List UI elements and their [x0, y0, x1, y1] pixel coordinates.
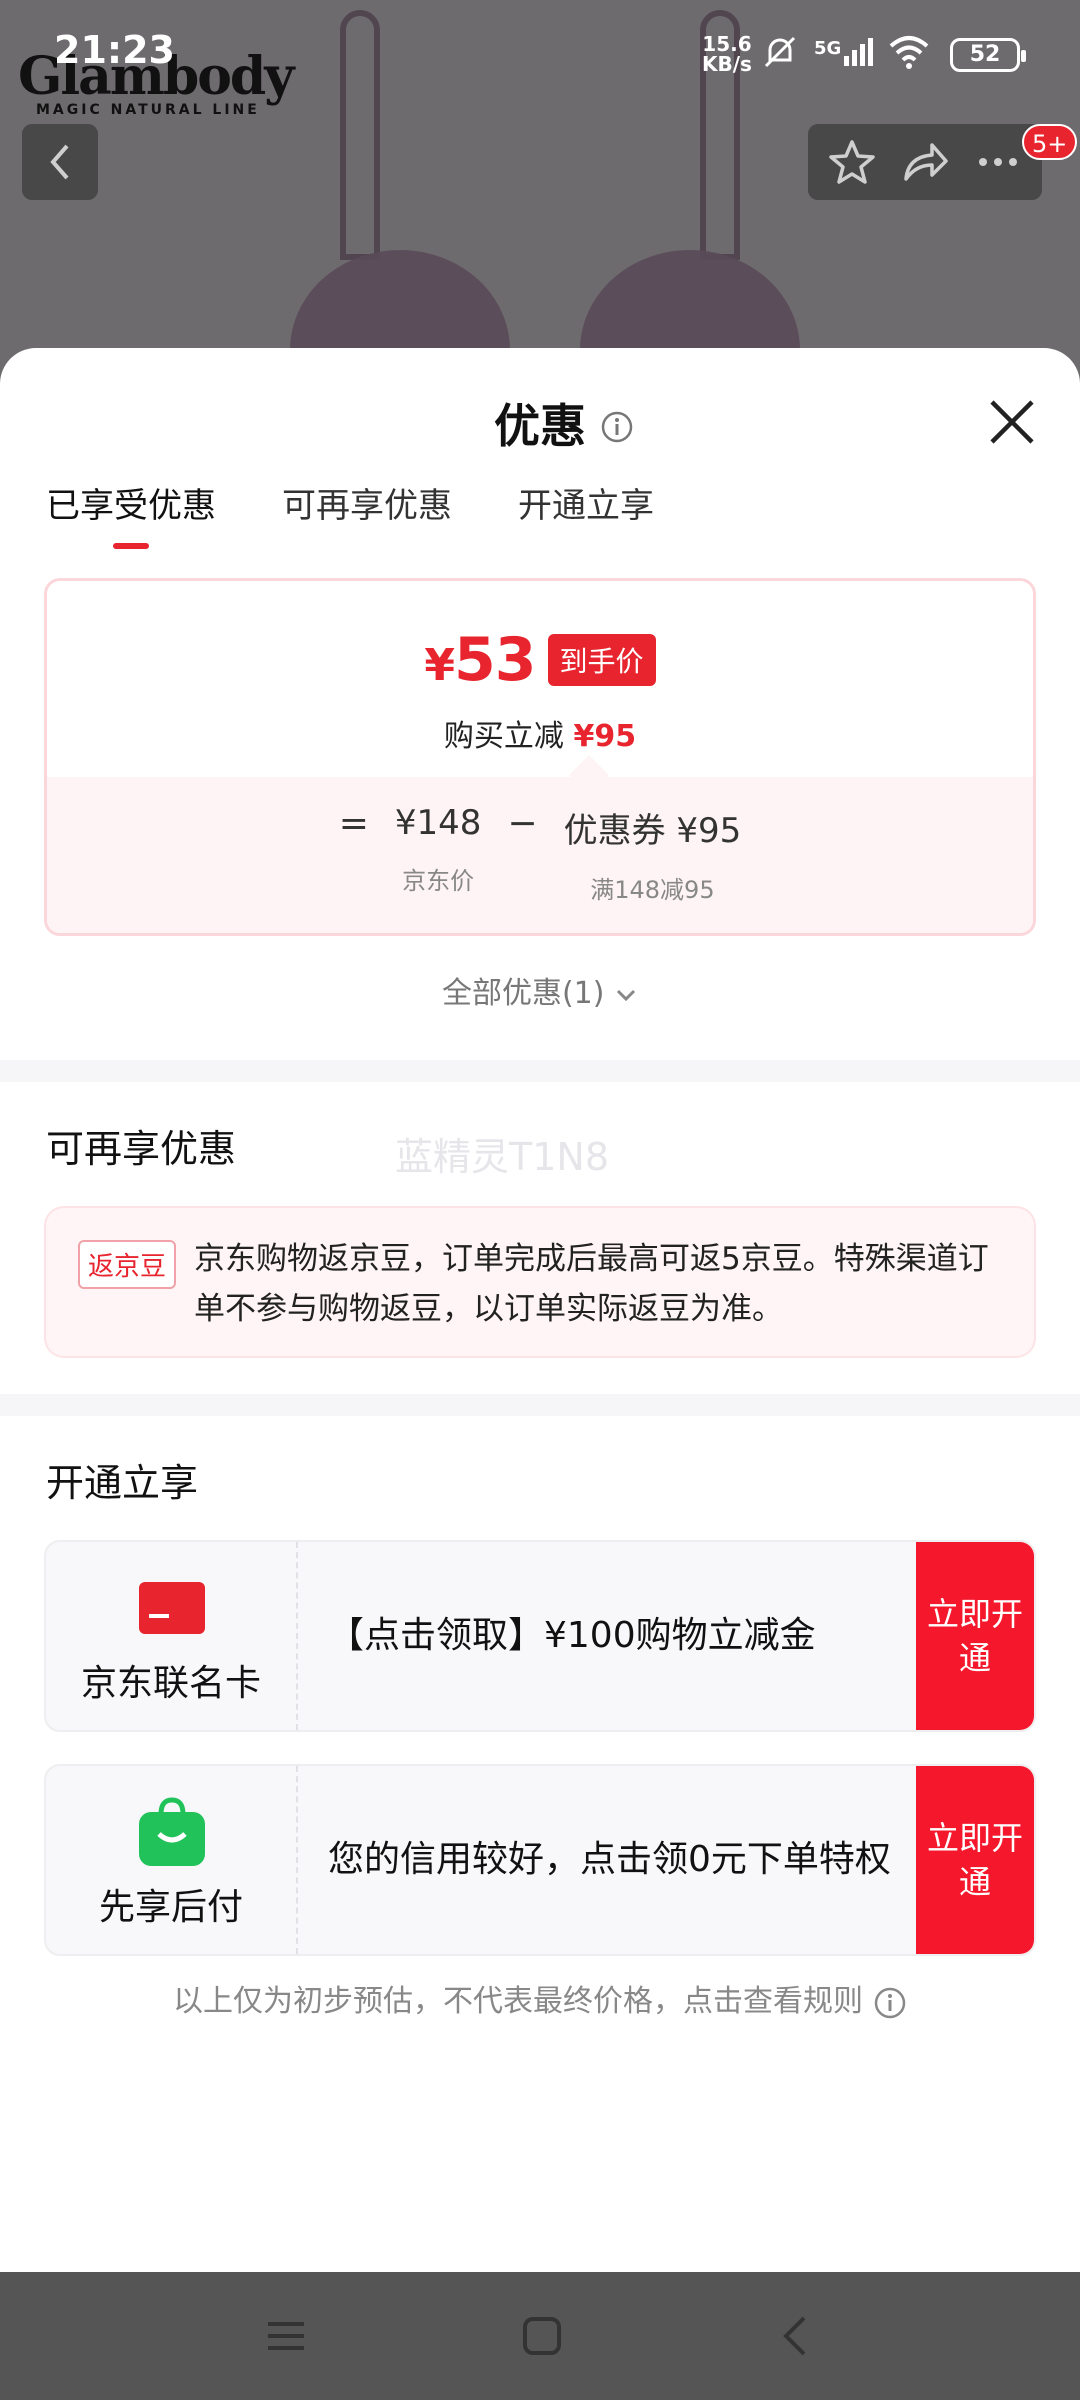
all-offers-toggle[interactable]: 全部优惠(1)	[0, 968, 1080, 1012]
tab-enjoyed[interactable]: 已享受优惠	[46, 478, 216, 549]
pay-later-offer[interactable]: 先享后付 您的信用较好，点击领0元下单特权 立即开通	[44, 1764, 1036, 1956]
signal-icon: 5G	[814, 38, 874, 66]
open-now-button[interactable]: 立即开通	[916, 1542, 1034, 1730]
net-speed: 15.6 KB/s	[702, 34, 752, 74]
credit-card-icon	[139, 1582, 205, 1634]
menu-icon[interactable]	[264, 2316, 308, 2356]
home-icon[interactable]	[520, 2314, 564, 2358]
final-price: ¥53	[424, 625, 536, 695]
section-title-open: 开通立享	[46, 1461, 199, 1505]
jd-bean-tag: 返京豆	[78, 1240, 177, 1289]
coupon-price: 优惠券 ¥95	[563, 811, 742, 851]
coupon-label: 满148减95	[590, 876, 715, 904]
star-icon[interactable]	[827, 137, 877, 187]
instant-discount-label: 购买立减	[443, 719, 564, 754]
base-price: ¥148	[394, 803, 482, 843]
system-nav-bar	[0, 2272, 1080, 2400]
section-title-more: 可再享优惠	[46, 1127, 237, 1171]
network-type: 5G	[814, 38, 842, 59]
final-price-tag: 到手价	[547, 634, 656, 686]
message-badge: 5+	[1022, 124, 1078, 160]
wifi-icon	[889, 36, 929, 69]
final-price-value: 53	[454, 625, 536, 695]
instant-discount: 购买立减 ¥95	[47, 711, 1033, 755]
info-icon[interactable]	[600, 410, 634, 444]
pay-later-name: 先享后付	[98, 1887, 243, 1928]
co-brand-card-name: 京东联名卡	[80, 1663, 261, 1704]
brand-tagline: MAGIC NATURAL LINE	[36, 102, 260, 118]
price-formula: = ¥148 京东价 − 优惠券 ¥95 满148减95	[47, 803, 1033, 905]
tab-open-enjoy[interactable]: 开通立享	[518, 478, 654, 549]
currency-symbol: ¥	[424, 640, 455, 691]
all-offers-label: 全部优惠(1)	[441, 976, 605, 1011]
price-breakdown-card: ¥53 到手价 购买立减 ¥95 = ¥148 京东价 − 优惠券 ¥95 满1…	[44, 578, 1036, 936]
top-action-group	[808, 124, 1042, 200]
status-time: 21:23	[54, 28, 175, 72]
coupon-col: 优惠券 ¥95 满148减95	[564, 803, 742, 905]
more-icon[interactable]	[973, 137, 1023, 187]
share-icon[interactable]	[900, 137, 950, 187]
sheet-title: 优惠	[494, 399, 586, 453]
jd-bean-text: 京东购物返京豆，订单完成后最高可返5京豆。特殊渠道订单不参与购物返豆，以订单实际…	[194, 1241, 989, 1327]
jd-bean-card: 返京豆 京东购物返京豆，订单完成后最高可返5京豆。特殊渠道订单不参与购物返豆，以…	[44, 1206, 1036, 1358]
co-brand-card-desc: 【点击领取】¥100购物立减金	[328, 1615, 816, 1656]
instant-discount-amount: ¥95	[573, 719, 637, 754]
shopping-bag-icon	[139, 1797, 205, 1866]
section-divider	[0, 1060, 1080, 1082]
watermark-text: 蓝精灵T1N8	[395, 1135, 609, 1179]
info-icon	[874, 1987, 906, 2018]
tab-more-available[interactable]: 可再享优惠	[282, 478, 452, 549]
net-speed-value: 15.6	[702, 32, 752, 56]
battery-indicator: 52	[950, 38, 1026, 72]
co-brand-card-left: 京东联名卡	[46, 1542, 298, 1730]
equals-sign: =	[338, 803, 369, 844]
status-icons: 5G	[760, 32, 931, 72]
back-button[interactable]	[22, 124, 98, 200]
close-button[interactable]	[984, 394, 1040, 450]
minus-sign: −	[507, 803, 538, 844]
status-bar: 21:23 15.6 KB/s 5G 52	[0, 0, 1080, 90]
final-price-row: ¥53 到手价	[47, 625, 1033, 695]
discount-sheet: 优惠 已享受优惠 可再享优惠 开通立享 ¥53 到手价 购买立减 ¥95 = ¥…	[0, 348, 1080, 2272]
sheet-header: 优惠	[0, 378, 1080, 458]
rules-footnote[interactable]: 以上仅为初步预估，不代表最终价格，点击查看规则	[0, 1976, 1080, 2020]
pay-later-desc: 您的信用较好，点击领0元下单特权	[328, 1839, 891, 1880]
pay-later-left: 先享后付	[46, 1766, 298, 1954]
net-speed-unit: KB/s	[702, 52, 752, 76]
chevron-down-icon	[616, 989, 636, 1001]
open-now-button[interactable]: 立即开通	[916, 1766, 1034, 1954]
mute-bell-icon	[764, 36, 796, 68]
discount-tabs: 已享受优惠 可再享优惠 开通立享	[46, 478, 654, 549]
rules-footnote-text: 以上仅为初步预估，不代表最终价格，点击查看规则	[173, 1984, 863, 2019]
chevron-left-icon	[50, 144, 69, 180]
co-brand-card-offer[interactable]: 京东联名卡 【点击领取】¥100购物立减金 立即开通	[44, 1540, 1036, 1732]
base-price-col: ¥148 京东价	[395, 803, 482, 896]
base-price-label: 京东价	[402, 867, 475, 895]
section-divider	[0, 1394, 1080, 1416]
back-icon[interactable]	[776, 2314, 816, 2358]
